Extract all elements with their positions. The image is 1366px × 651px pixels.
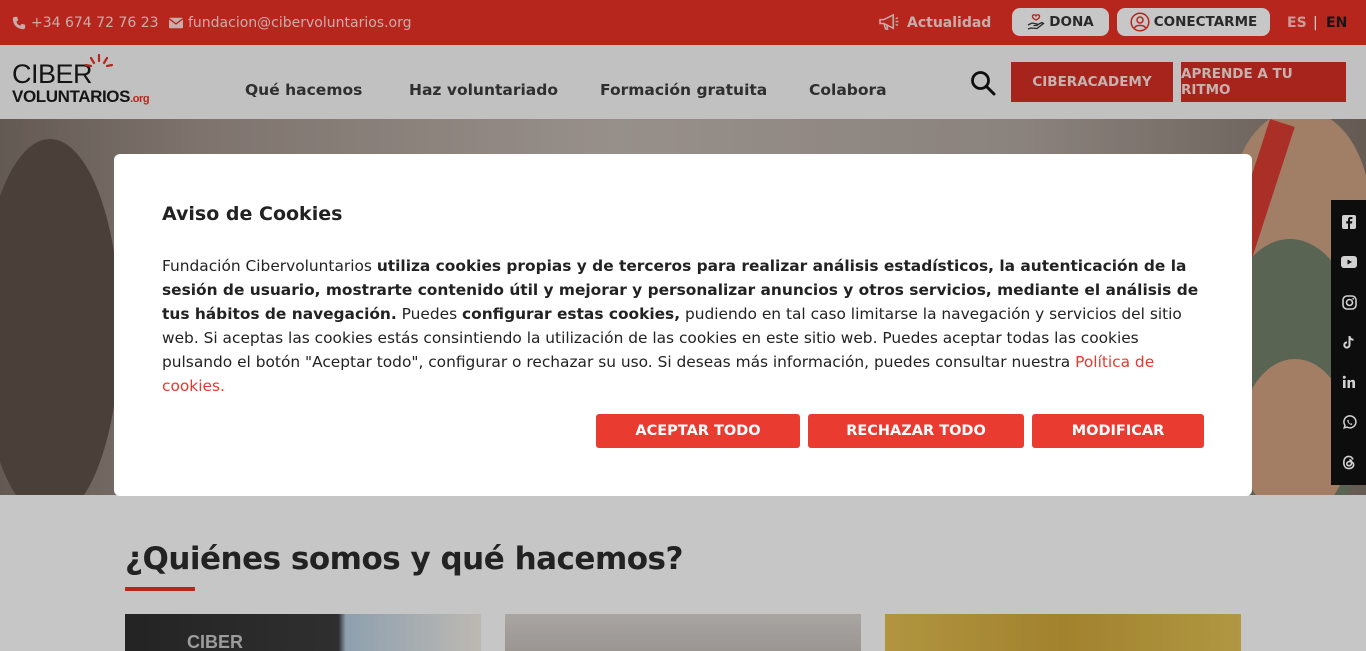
cookie-dialog: Aviso de Cookies Fundación Cibervoluntar…	[114, 154, 1252, 496]
cookie-dialog-title: Aviso de Cookies	[162, 203, 343, 225]
accept-all-button[interactable]: ACEPTAR TODO	[596, 414, 800, 448]
accept-all-label: ACEPTAR TODO	[635, 423, 761, 439]
cookie-text-part: Fundación Cibervoluntarios	[162, 257, 377, 275]
cookie-text-bold: configurar estas cookies,	[462, 305, 681, 323]
cookie-text-part: Puedes	[396, 305, 463, 323]
reject-all-button[interactable]: RECHAZAR TODO	[808, 414, 1024, 448]
cookie-dialog-text: Fundación Cibervoluntarios utiliza cooki…	[162, 254, 1202, 398]
modify-button[interactable]: MODIFICAR	[1032, 414, 1204, 448]
reject-all-label: RECHAZAR TODO	[846, 423, 986, 439]
modify-label: MODIFICAR	[1071, 423, 1165, 439]
